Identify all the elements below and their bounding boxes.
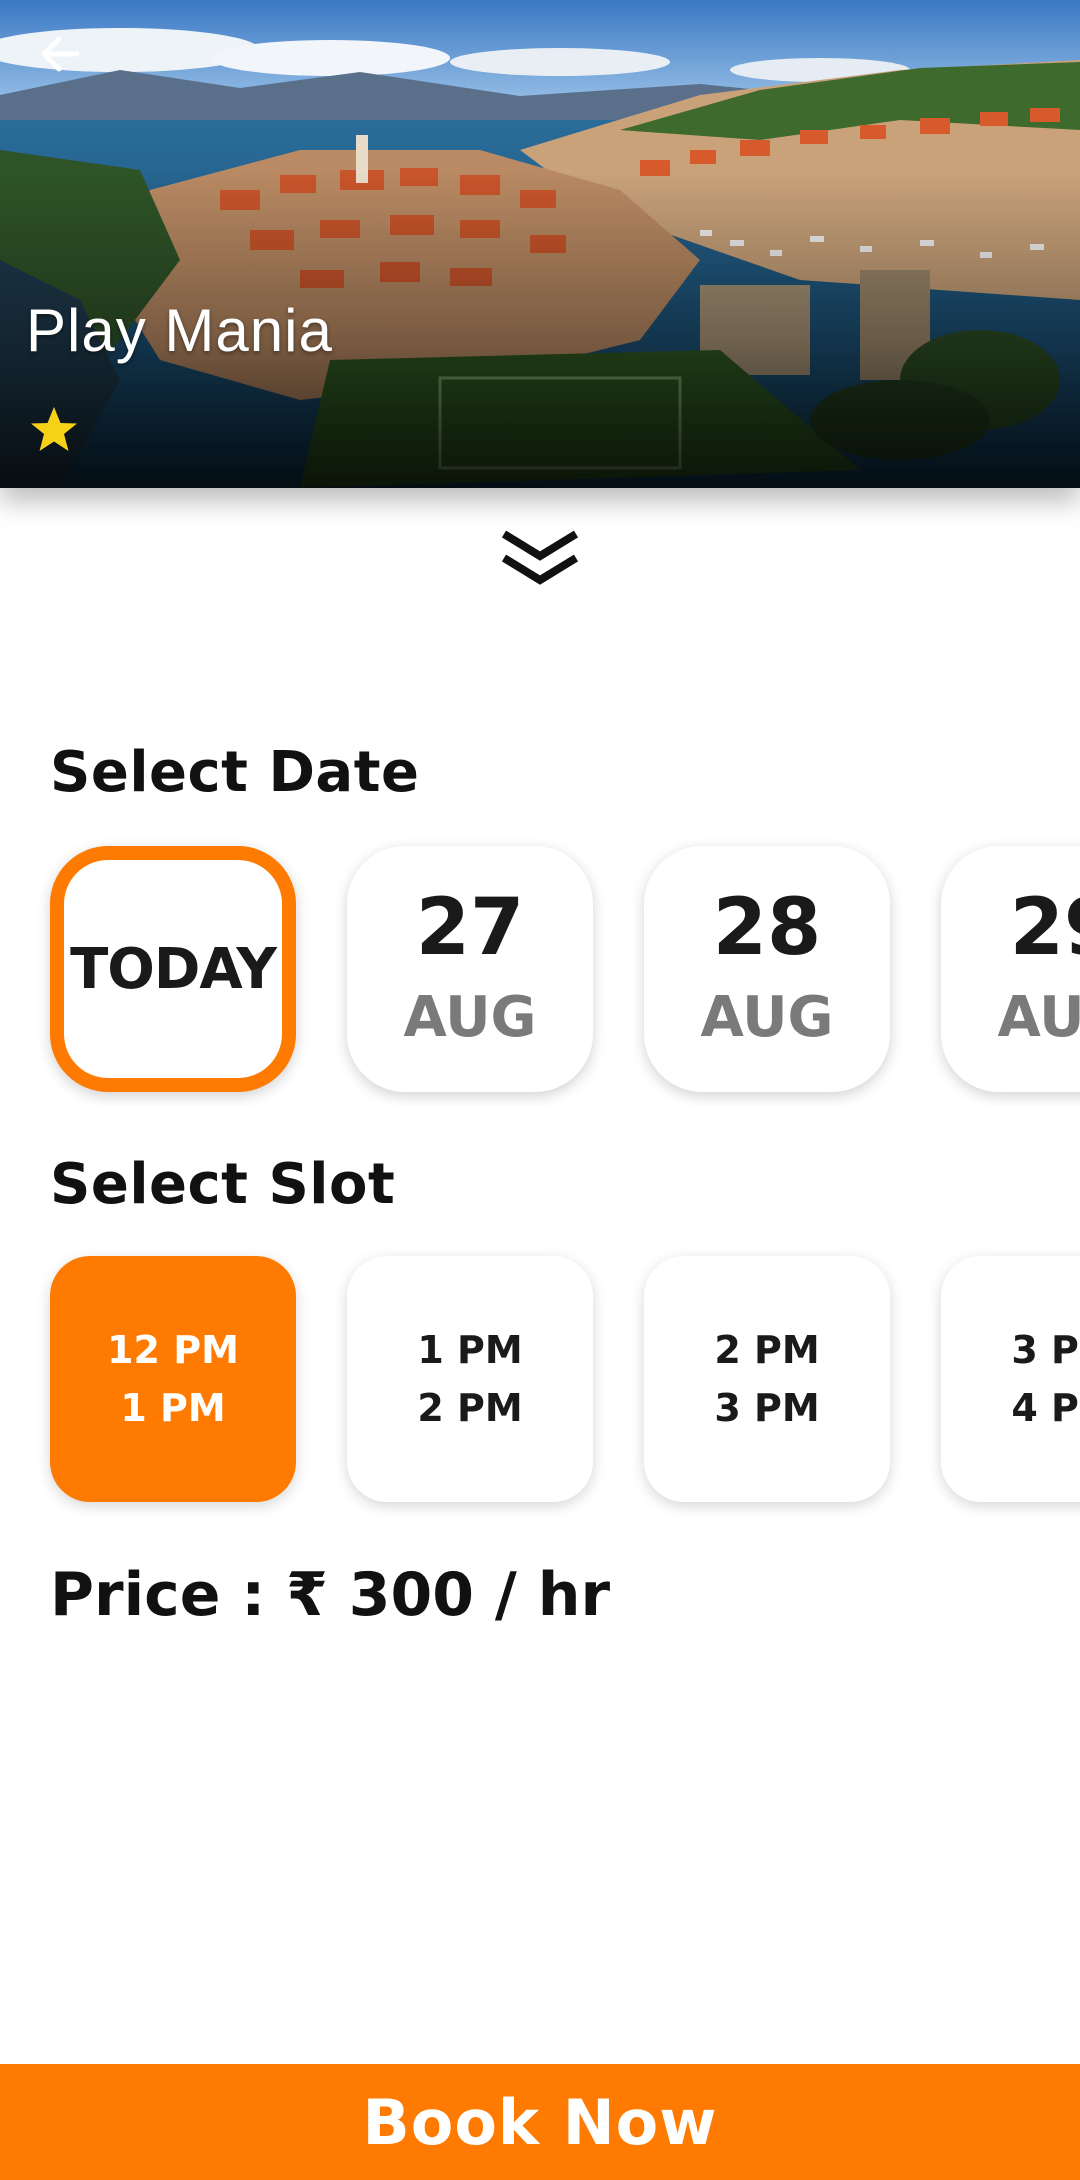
slot-start: 1 PM [417,1328,523,1372]
date-card-today[interactable]: TODAY [50,846,296,1092]
slot-card-selected[interactable]: 12 PM 1 PM [50,1256,296,1502]
expand-details-button[interactable] [496,526,584,592]
back-button[interactable] [30,24,90,84]
slot-end: 4 PM [1011,1386,1080,1430]
book-now-button[interactable]: Book Now [0,2064,1080,2180]
slot-start: 2 PM [714,1328,820,1372]
hero-gradient-overlay [0,0,1080,488]
date-card[interactable]: 27 AUG [347,846,593,1092]
date-month: AUG [997,985,1080,1050]
date-today-label: TODAY [70,936,277,1002]
date-month: AUG [700,985,834,1050]
date-month: AUG [403,985,537,1050]
double-chevron-down-icon [501,530,579,585]
date-day: 29 [1009,883,1080,973]
select-slot-heading: Select Slot [50,1152,396,1217]
venue-hero-image: Play Mania [0,0,1080,488]
slot-end: 1 PM [120,1386,226,1430]
book-now-label: Book Now [362,2085,718,2159]
booking-screen: Play Mania Select Date TODAY 27 AUG 28 A… [0,0,1080,2180]
price-label: Price : ₹ 300 / hr [50,1560,611,1630]
star-icon [31,407,77,451]
slot-end: 2 PM [417,1386,523,1430]
date-day: 27 [415,883,525,973]
slot-card[interactable]: 2 PM 3 PM [644,1256,890,1502]
select-date-heading: Select Date [50,740,420,805]
arrow-left-icon [41,36,80,72]
date-day: 28 [712,883,822,973]
date-card[interactable]: 29 AUG [941,846,1080,1092]
venue-name: Play Mania [26,297,333,364]
slot-end: 3 PM [714,1386,820,1430]
slot-picker-strip[interactable]: 12 PM 1 PM 1 PM 2 PM 2 PM 3 PM 3 PM 4 PM [0,1236,1080,1516]
slot-card[interactable]: 1 PM 2 PM [347,1256,593,1502]
date-card[interactable]: 28 AUG [644,846,890,1092]
date-picker-strip[interactable]: TODAY 27 AUG 28 AUG 29 AUG [0,826,1080,1106]
slot-start: 12 PM [107,1328,239,1372]
slot-start: 3 PM [1011,1328,1080,1372]
slot-card[interactable]: 3 PM 4 PM [941,1256,1080,1502]
